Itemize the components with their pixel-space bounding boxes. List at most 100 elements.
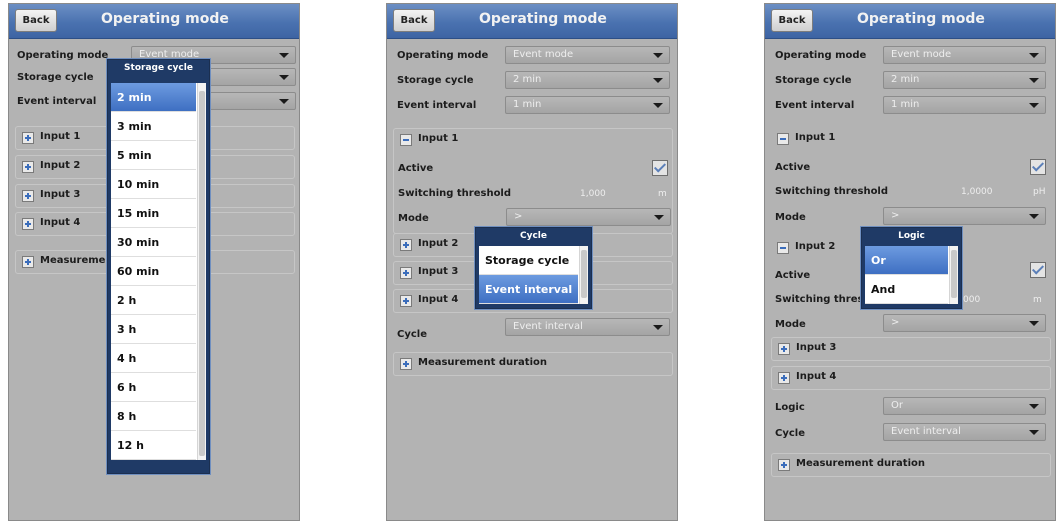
- storage-cycle-dropdown[interactable]: 2 min: [883, 71, 1046, 89]
- mode-value: >: [514, 211, 523, 222]
- switching-threshold-label: Switching threshold: [398, 188, 512, 199]
- scroll-thumb[interactable]: [951, 250, 957, 298]
- popup-option[interactable]: 6 h: [111, 373, 196, 402]
- operating-mode-screen-storage-cycle: Back Operating mode Operating mode Event…: [8, 3, 300, 521]
- section-input-3[interactable]: Input 3: [771, 337, 1051, 361]
- cycle-dropdown[interactable]: Event interval: [883, 423, 1046, 441]
- input2-mode-dropdown[interactable]: >: [883, 314, 1046, 332]
- section-measurement-duration[interactable]: Measurement duration: [771, 453, 1051, 477]
- back-button[interactable]: Back: [15, 9, 57, 32]
- expand-icon: [778, 459, 790, 471]
- expand-icon: [400, 239, 412, 251]
- operating-mode-dropdown[interactable]: Event mode: [505, 46, 670, 64]
- input1-mode-dropdown[interactable]: >: [883, 207, 1046, 225]
- threshold-value[interactable]: 1,000: [580, 189, 606, 199]
- input2-active-checkbox[interactable]: [1030, 262, 1046, 278]
- input1-threshold-value[interactable]: 1,0000: [961, 187, 993, 197]
- popup-option[interactable]: 10 min: [111, 170, 196, 199]
- mode-label: Mode: [398, 213, 429, 224]
- popup-option[interactable]: Or: [865, 246, 948, 275]
- cycle-label: Cycle: [775, 428, 805, 439]
- input1-active-checkbox[interactable]: [1030, 159, 1046, 175]
- scrollbar[interactable]: [579, 246, 588, 304]
- mode-label: Mode: [775, 212, 806, 223]
- active-checkbox[interactable]: [652, 160, 668, 176]
- expand-icon: [778, 372, 790, 384]
- event-interval-dropdown[interactable]: 1 min: [883, 96, 1046, 114]
- page-title: Operating mode: [101, 11, 229, 27]
- event-interval-value: 1 min: [513, 99, 542, 110]
- popup-option[interactable]: 3 h: [111, 315, 196, 344]
- expand-icon: [778, 343, 790, 355]
- section-label: Measurement duration: [796, 458, 926, 469]
- popup-option-list[interactable]: 2 min 3 min 5 min 10 min 15 min 30 min 60 min 2…: [111, 83, 206, 460]
- expand-icon: [400, 295, 412, 307]
- section-input-1[interactable]: Input 1: [771, 128, 1051, 152]
- chevron-down-icon: [279, 99, 289, 104]
- chevron-down-icon: [1029, 214, 1039, 219]
- header-bar: Back Operating mode: [765, 4, 1055, 39]
- back-button[interactable]: Back: [393, 9, 435, 32]
- popup-option[interactable]: 2 h: [111, 286, 196, 315]
- input2-threshold-unit: m: [1033, 295, 1042, 305]
- chevron-down-icon: [653, 78, 663, 83]
- popup-option-list[interactable]: Or And: [865, 246, 958, 304]
- section-label: Input 1: [40, 131, 81, 142]
- operating-mode-screen-logic: Back Operating mode Operating mode Event…: [764, 3, 1056, 521]
- cycle-value: Event interval: [891, 426, 961, 437]
- popup-option[interactable]: And: [865, 275, 948, 304]
- chevron-down-icon: [1029, 53, 1039, 58]
- popup-option[interactable]: 3 min: [111, 112, 196, 141]
- popup-option[interactable]: 30 min: [111, 228, 196, 257]
- collapse-icon: [777, 242, 789, 254]
- popup-option[interactable]: 5 min: [111, 141, 196, 170]
- storage-cycle-popup: Storage cycle 2 min 3 min 5 min 10 min 15 mi…: [107, 59, 210, 474]
- section-input-4[interactable]: Input 4: [771, 366, 1051, 390]
- collapse-icon[interactable]: [400, 134, 412, 146]
- input2-threshold-value[interactable]: 000: [963, 295, 980, 305]
- section-label: Input 3: [40, 189, 81, 200]
- collapse-icon: [777, 133, 789, 145]
- back-button[interactable]: Back: [771, 9, 813, 32]
- popup-option[interactable]: 2 min: [111, 83, 196, 112]
- input1-threshold-unit: pH: [1033, 187, 1046, 197]
- popup-option[interactable]: 60 min: [111, 257, 196, 286]
- popup-option[interactable]: 4 h: [111, 344, 196, 373]
- chevron-down-icon: [279, 75, 289, 80]
- section-measurement-duration[interactable]: Measurement duration: [393, 352, 673, 376]
- popup-title: Logic: [898, 231, 925, 241]
- cycle-label: Cycle: [397, 329, 427, 340]
- chevron-down-icon: [1029, 78, 1039, 83]
- popup-option-list[interactable]: Storage cycle Event interval: [479, 246, 588, 304]
- section-label: Input 4: [40, 217, 81, 228]
- popup-option[interactable]: 8 h: [111, 402, 196, 431]
- logic-label: Logic: [775, 402, 805, 413]
- operating-mode-label: Operating mode: [775, 50, 867, 61]
- scroll-thumb[interactable]: [199, 91, 205, 456]
- chevron-down-icon: [653, 325, 663, 330]
- cycle-dropdown[interactable]: Event interval: [505, 318, 670, 336]
- threshold-unit: m: [658, 189, 667, 199]
- scrollbar[interactable]: [197, 83, 206, 460]
- scroll-thumb[interactable]: [581, 250, 587, 298]
- mode-dropdown[interactable]: >: [506, 208, 671, 226]
- switching-threshold-label: Switching threshold: [775, 186, 889, 197]
- scrollbar[interactable]: [949, 246, 958, 304]
- logic-dropdown[interactable]: Or: [883, 397, 1046, 415]
- operating-mode-dropdown[interactable]: Event mode: [883, 46, 1046, 64]
- section-label: Input 1: [418, 133, 459, 144]
- storage-cycle-dropdown[interactable]: 2 min: [505, 71, 670, 89]
- operating-mode-screen-cycle: Back Operating mode Operating mode Event…: [386, 3, 678, 521]
- popup-title: Cycle: [520, 231, 547, 241]
- header-bar: Back Operating mode: [9, 4, 299, 39]
- popup-option[interactable]: Event interval: [479, 275, 578, 304]
- section-label: Input 4: [796, 371, 837, 382]
- event-interval-dropdown[interactable]: 1 min: [505, 96, 670, 114]
- mode-label: Mode: [775, 319, 806, 330]
- popup-option[interactable]: 12 h: [111, 431, 196, 460]
- operating-mode-value: Event mode: [513, 49, 574, 60]
- mode-value: >: [891, 317, 900, 328]
- section-input-1: Input 1 Active Switching threshold 1,000…: [393, 128, 673, 234]
- popup-option[interactable]: 15 min: [111, 199, 196, 228]
- popup-option[interactable]: Storage cycle: [479, 246, 578, 275]
